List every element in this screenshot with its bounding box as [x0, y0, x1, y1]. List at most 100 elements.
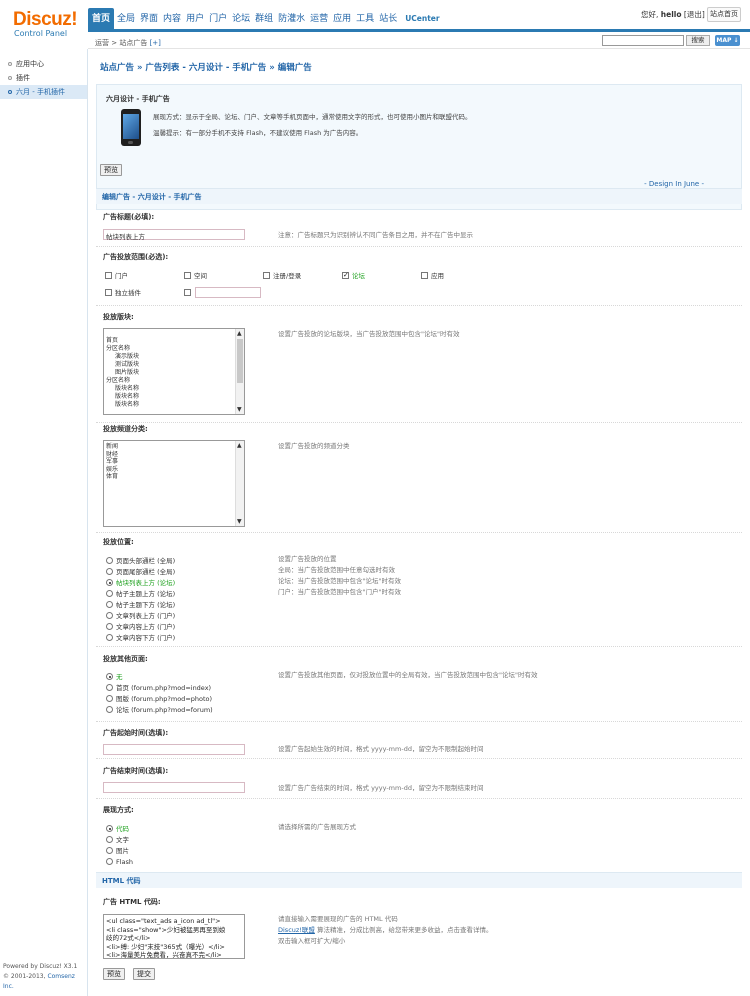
- scope-app-checkbox[interactable]: 应用: [421, 272, 444, 280]
- ad-title-value: 帖块列表上方: [106, 233, 145, 241]
- tab-anti-spam[interactable]: 防灌水: [276, 8, 307, 30]
- start-time-input[interactable]: [103, 744, 245, 755]
- divider: [96, 798, 742, 799]
- tab-groups[interactable]: 群组: [253, 8, 275, 30]
- display-style-radio-selected[interactable]: 代码: [106, 825, 129, 833]
- board-option[interactable]: 版块名称: [106, 401, 139, 409]
- scroll-thumb[interactable]: [237, 339, 243, 383]
- position-radio[interactable]: 页面头部通栏 (全局): [106, 557, 175, 565]
- other-page-radio[interactable]: 图版 (forum.php?mod=photo): [106, 695, 212, 703]
- ad-title-label: 广告标题(必填):: [103, 213, 155, 221]
- preview-button-top[interactable]: 预览: [100, 164, 122, 176]
- position-radio[interactable]: 文章内容上方 (门户): [106, 623, 175, 631]
- search-input[interactable]: [602, 35, 684, 46]
- channel-select-list[interactable]: 新闻 财经 军事 娱乐 体育 ▲ ▼: [103, 440, 245, 527]
- site-home-button[interactable]: 站点首页: [707, 7, 741, 22]
- position-radio-selected[interactable]: 帖块列表上方 (论坛): [106, 579, 175, 587]
- tab-webmaster[interactable]: 站长: [377, 8, 399, 30]
- scope-forum-checkbox[interactable]: 论坛: [342, 271, 365, 280]
- checkbox-label: 空间: [194, 272, 207, 280]
- board-option[interactable]: 测试版块: [106, 361, 139, 369]
- submit-button[interactable]: 提交: [133, 968, 155, 980]
- radio-label: 页面头部通栏 (全局): [116, 557, 176, 565]
- position-tip: 全局：当广告投放范围中任意勾选时有效: [278, 566, 395, 574]
- other-page-radio-selected[interactable]: 无: [106, 673, 123, 681]
- tab-tools[interactable]: 工具: [354, 8, 376, 30]
- tab-ucenter[interactable]: UCenter: [400, 8, 441, 30]
- board-option[interactable]: 首页: [106, 337, 139, 345]
- divider: [96, 721, 742, 722]
- scope-custom-input[interactable]: [195, 287, 261, 298]
- radio-label: 帖子主题下方 (论坛): [116, 601, 176, 609]
- radio-icon: [106, 557, 113, 564]
- channel-option[interactable]: 新闻: [106, 443, 118, 451]
- board-option[interactable]: 演示版块: [106, 353, 139, 361]
- board-option[interactable]: 版块名称: [106, 385, 139, 393]
- radio-label: 帖子主题上方 (论坛): [116, 590, 176, 598]
- board-option[interactable]: 版块名称: [106, 393, 139, 401]
- scroll-down-icon[interactable]: ▼: [237, 518, 242, 525]
- channel-option[interactable]: 军事: [106, 458, 118, 466]
- breadcrumb: 运营 > 站点广告 [+]: [95, 38, 161, 48]
- board-select-list[interactable]: 首页 分区名称 演示版块 测试版块 图片版块 分区名称 版块名称 版块名称 版块…: [103, 328, 245, 415]
- channel-option[interactable]: 娱乐: [106, 466, 118, 474]
- channel-option[interactable]: 体育: [106, 473, 118, 481]
- brand-subtitle: Control Panel: [14, 29, 68, 38]
- position-radio[interactable]: 帖子主题下方 (论坛): [106, 601, 175, 609]
- tab-operations[interactable]: 运营: [308, 8, 330, 30]
- ad-title-input[interactable]: 帖块列表上方: [103, 229, 245, 241]
- tab-content[interactable]: 内容: [161, 8, 183, 30]
- board-option[interactable]: 分区名称: [106, 345, 139, 353]
- scroll-up-icon[interactable]: ▲: [237, 442, 242, 449]
- board-option[interactable]: 图片版块: [106, 369, 139, 377]
- sidebar-item-mobile-plugin[interactable]: 六月 - 手机插件: [0, 85, 87, 99]
- board-option[interactable]: 分区名称: [106, 377, 139, 385]
- tab-home[interactable]: 首页: [88, 8, 115, 30]
- preview-button[interactable]: 预览: [103, 968, 125, 980]
- radio-label: 图片: [116, 847, 129, 855]
- channel-option[interactable]: 财经: [106, 451, 118, 459]
- position-radio[interactable]: 帖子主题上方 (论坛): [106, 590, 175, 598]
- radio-selected-icon: [106, 673, 113, 680]
- map-button[interactable]: MAP ↓: [715, 35, 740, 46]
- logout-link[interactable]: [退出]: [684, 10, 705, 19]
- scroll-down-icon[interactable]: ▼: [237, 406, 242, 413]
- tab-users[interactable]: 用户: [184, 8, 206, 30]
- display-style-radio[interactable]: Flash: [106, 858, 133, 866]
- divider: [96, 305, 742, 306]
- end-time-input[interactable]: [103, 782, 245, 793]
- position-radio[interactable]: 文章列表上方 (门户): [106, 612, 175, 620]
- sidebar-item-plugins[interactable]: 插件: [0, 71, 87, 85]
- other-page-radio[interactable]: 首页 (forum.php?mod=index): [106, 684, 211, 692]
- scroll-up-icon[interactable]: ▲: [237, 330, 242, 337]
- add-shortcut-link[interactable]: [+]: [150, 39, 161, 47]
- search-button[interactable]: 搜索: [686, 35, 710, 46]
- position-radio[interactable]: 文章内容下方 (门户): [106, 634, 175, 642]
- sidebar-item-label: 六月 - 手机插件: [16, 88, 65, 96]
- channel-options: 新闻 财经 军事 娱乐 体育: [106, 443, 118, 481]
- html-code-textarea[interactable]: <ul class="text_ads a_icon ad_tl"> <li cl…: [103, 914, 245, 959]
- design-credit-link[interactable]: - Design In June -: [644, 180, 704, 188]
- scope-space-checkbox[interactable]: 空间: [184, 272, 207, 280]
- discuz-union-link[interactable]: Discuz!联盟: [278, 926, 315, 934]
- display-style-radio[interactable]: 图片: [106, 847, 129, 855]
- radio-icon: [106, 836, 113, 843]
- tab-forum[interactable]: 论坛: [230, 8, 252, 30]
- position-radio[interactable]: 页面尾部通栏 (全局): [106, 568, 175, 576]
- display-style-label: 展现方式:: [103, 806, 134, 814]
- tab-apps[interactable]: 应用: [331, 8, 353, 30]
- radio-icon: [106, 568, 113, 575]
- channel-list-scrollbar[interactable]: ▲ ▼: [235, 441, 244, 526]
- scope-plugin-checkbox[interactable]: 独立插件: [105, 289, 141, 297]
- tab-global[interactable]: 全局: [115, 8, 137, 30]
- logo[interactable]: Discuz! Control Panel: [0, 0, 88, 44]
- tab-interface[interactable]: 界面: [138, 8, 160, 30]
- position-tip: 门户：当广告投放范围中包含"门户"时有效: [278, 588, 401, 596]
- board-list-scrollbar[interactable]: ▲ ▼: [235, 329, 244, 414]
- sidebar-item-app-center[interactable]: 应用中心: [0, 57, 87, 71]
- scope-portal-checkbox[interactable]: 门户: [105, 272, 128, 280]
- display-style-radio[interactable]: 文字: [106, 836, 129, 844]
- tab-portal[interactable]: 门户: [207, 8, 229, 30]
- other-page-radio[interactable]: 论坛 (forum.php?mod=forum): [106, 706, 213, 714]
- scope-register-checkbox[interactable]: 注册/登录: [263, 272, 301, 280]
